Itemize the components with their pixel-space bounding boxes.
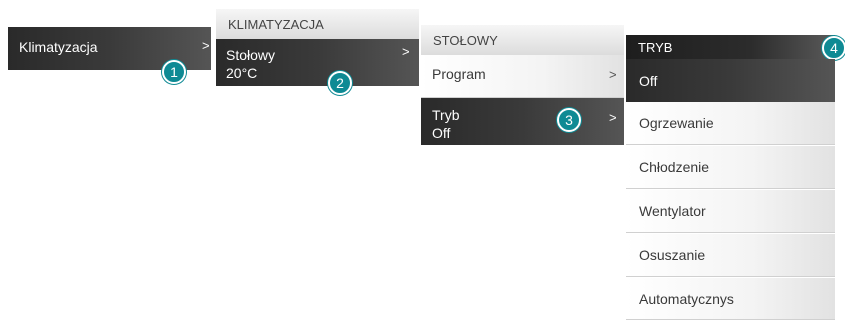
mode-option-label: Ogrzewanie xyxy=(639,115,714,131)
step-badge-2: 2 xyxy=(328,71,352,95)
chevron-right-icon: > xyxy=(609,67,617,82)
menu-item-program[interactable]: Program > xyxy=(421,55,624,98)
mode-option-label: Automatycznys xyxy=(639,290,734,307)
program-label: Program xyxy=(432,66,486,82)
menu-header-title: TRYB xyxy=(638,39,673,55)
tryb-value: Off xyxy=(432,125,451,141)
menu-header-klimatyzacja: KLIMATYZACJA xyxy=(216,9,419,39)
mode-option-wentylator[interactable]: Wentylator xyxy=(626,190,835,233)
mode-option-chlodzenie[interactable]: Chłodzenie xyxy=(626,146,835,189)
step-badge-3: 3 xyxy=(557,108,581,132)
menu-header-title: KLIMATYZACJA xyxy=(228,16,324,32)
menu-header-tryb: TRYB xyxy=(626,35,835,59)
menu-item-stolowy[interactable]: Stołowy 20°C > xyxy=(216,39,419,86)
step-badge-4: 4 xyxy=(822,36,845,60)
chevron-right-icon: > xyxy=(202,38,210,53)
zone-name: Stołowy xyxy=(226,47,276,63)
mode-option-label: Chłodzenie xyxy=(639,159,710,175)
mode-option-label: Wentylator xyxy=(639,203,706,219)
menu-header-title: STOŁOWY xyxy=(433,32,498,48)
mode-option-ogrzewanie[interactable]: Ogrzewanie xyxy=(626,102,835,145)
mode-option-off[interactable]: Off xyxy=(626,59,835,102)
tryb-label: Tryb xyxy=(432,107,460,123)
mode-option-automatyczny[interactable]: Automatycznys xyxy=(626,278,835,320)
menu-item-label: Klimatyzacja xyxy=(19,39,98,55)
menu-item-tryb[interactable]: Tryb Off > xyxy=(421,98,624,145)
chevron-right-icon: > xyxy=(402,44,410,59)
step-badge-1: 1 xyxy=(162,60,186,84)
zone-temperature: 20°C xyxy=(226,65,258,81)
mode-option-osuszanie[interactable]: Osuszanie xyxy=(626,234,835,277)
mode-option-label: Off xyxy=(639,72,658,89)
chevron-right-icon: > xyxy=(609,110,617,125)
menu-header-stolowy: STOŁOWY xyxy=(421,25,624,55)
mode-option-label: Osuszanie xyxy=(639,247,706,263)
